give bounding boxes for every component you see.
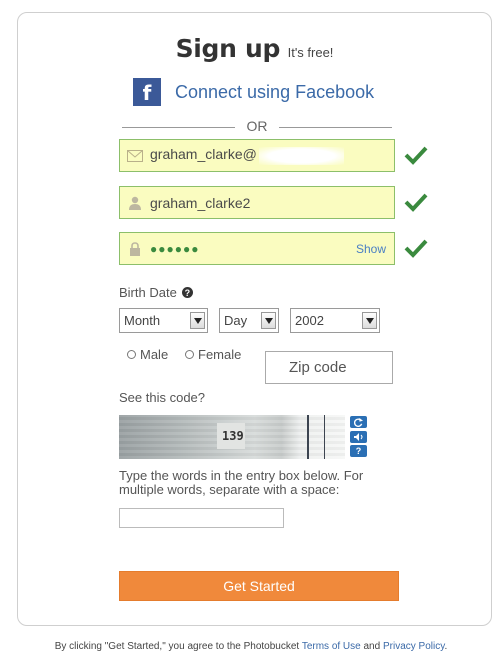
footer-and: and (363, 641, 381, 652)
chevron-down-icon (190, 312, 205, 329)
zip-code-input[interactable]: Zip code (265, 351, 393, 384)
password-field[interactable]: ●●●●●● Show (119, 232, 395, 265)
envelope-icon (120, 140, 150, 171)
radio-button[interactable] (185, 350, 194, 359)
title-row: Sign up It's free! (18, 34, 491, 63)
signup-card: Sign up It's free! f Connect using Faceb… (17, 12, 492, 626)
page-title: Sign up (175, 34, 281, 63)
zip-code-placeholder: Zip code (289, 359, 347, 376)
birth-day-select[interactable]: Day (219, 308, 279, 333)
audio-icon[interactable] (350, 431, 367, 443)
captcha-image: 139 (119, 415, 345, 459)
chevron-down-icon (362, 312, 377, 329)
captcha-help-icon[interactable]: ? (350, 445, 367, 457)
facebook-icon: f (133, 78, 161, 106)
captcha-instructions: Type the words in the entry box below. F… (119, 468, 364, 497)
birth-date-text: Birth Date (119, 285, 177, 300)
page-subtitle: It's free! (287, 45, 334, 60)
or-divider: OR (122, 118, 392, 136)
birth-year-select[interactable]: 2002 (290, 308, 380, 333)
redacted-blur (258, 146, 344, 165)
privacy-policy-link[interactable]: Privacy Policy (383, 641, 445, 652)
divider-line-right (279, 127, 392, 128)
footer-suffix: . (444, 641, 448, 652)
birth-month-value: Month (124, 313, 161, 328)
show-password-button[interactable]: Show (356, 242, 386, 256)
username-field[interactable]: graham_clarke2 (119, 186, 395, 219)
username-valid-check-icon (404, 193, 428, 212)
gender-male-label: Male (140, 347, 169, 362)
refresh-icon[interactable] (350, 416, 367, 428)
birth-year-value: 2002 (295, 313, 324, 328)
terms-footer: By clicking "Get Started," you agree to … (0, 641, 502, 652)
get-started-button[interactable]: Get Started (119, 571, 399, 601)
chevron-down-icon (261, 312, 276, 329)
connect-facebook-label: Connect using Facebook (175, 81, 375, 102)
email-field[interactable]: graham_clarke@ (119, 139, 395, 172)
captcha-answer-input[interactable] (119, 508, 284, 528)
connect-facebook-button[interactable]: f Connect using Facebook (133, 77, 374, 107)
gender-female-radio[interactable]: Female (185, 347, 241, 362)
captcha-code-text: 139 (222, 429, 244, 443)
captcha-prompt: See this code? (119, 390, 206, 405)
radio-button[interactable] (127, 350, 136, 359)
help-icon[interactable]: ? (181, 287, 193, 298)
birth-date-label: Birth Date ? (119, 285, 193, 300)
lock-icon (120, 233, 150, 264)
birth-day-value: Day (224, 313, 248, 328)
email-valid-check-icon (404, 146, 428, 165)
footer-prefix: By clicking "Get Started," you agree to … (54, 641, 300, 652)
gender-female-label: Female (198, 347, 242, 362)
terms-of-use-link[interactable]: Terms of Use (302, 641, 361, 652)
birth-month-select[interactable]: Month (119, 308, 208, 333)
username-value: graham_clarke2 (150, 194, 251, 211)
email-value: graham_clarke@ (150, 146, 394, 165)
gender-male-radio[interactable]: Male (127, 347, 168, 362)
or-label: OR (246, 118, 268, 134)
password-valid-check-icon (404, 239, 428, 258)
user-icon (120, 187, 150, 218)
password-value: ●●●●●● (150, 241, 200, 256)
